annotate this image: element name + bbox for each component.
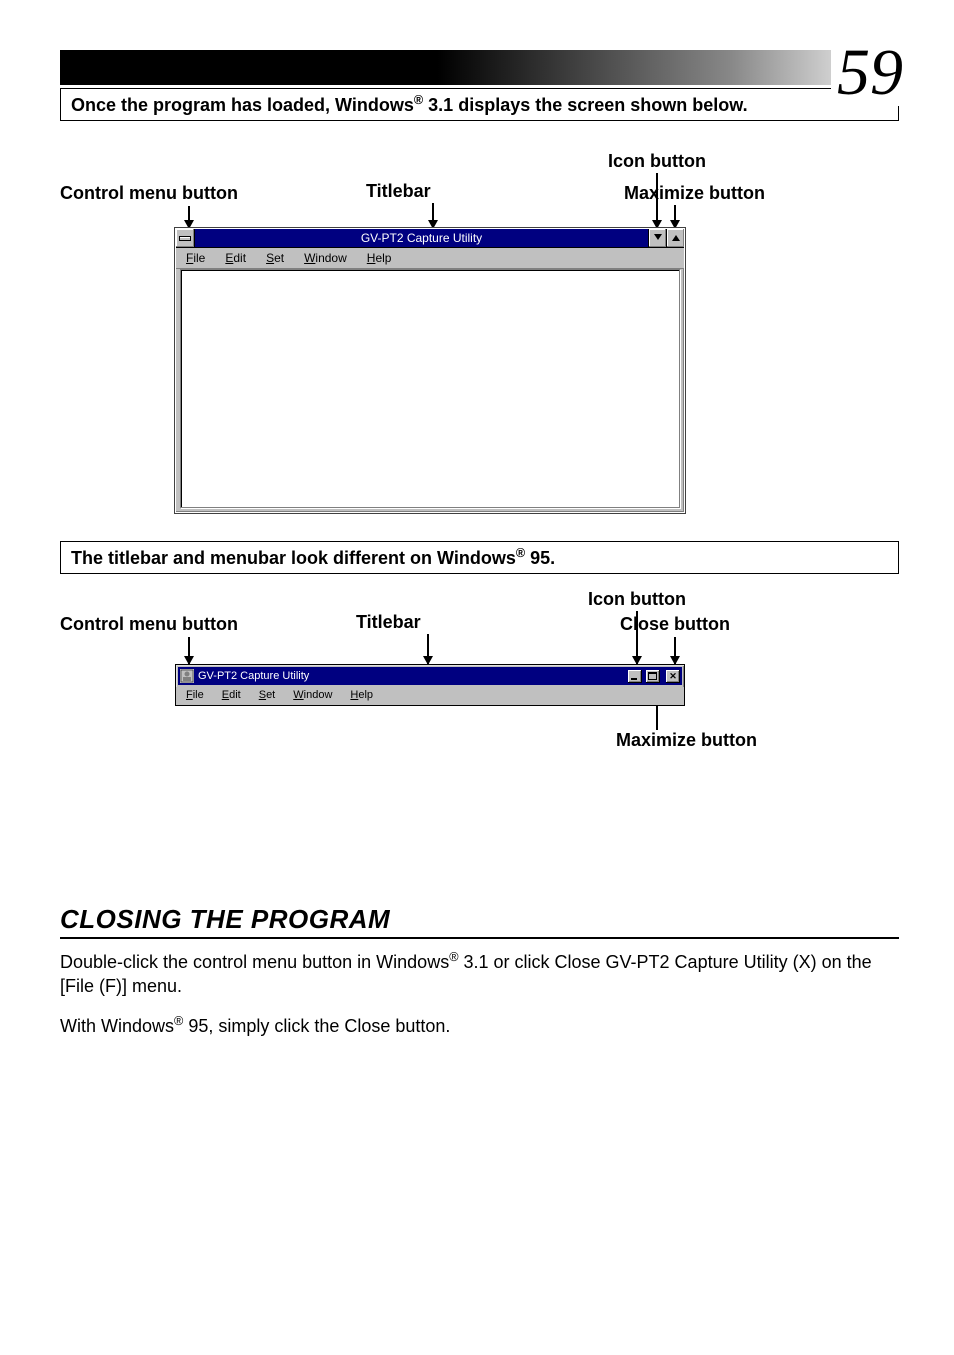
menu-help-rest: elp xyxy=(375,251,391,265)
label-control-menu-button: Control menu button xyxy=(60,614,238,635)
label-icon-button: Icon button xyxy=(588,589,686,610)
minimize-button[interactable] xyxy=(648,229,666,247)
menu-file-rest: ile xyxy=(193,251,205,265)
control-menu-button[interactable] xyxy=(176,229,195,247)
menu-edit-rest: dit xyxy=(229,689,241,701)
closing-p1-a: Double-click the control menu button in … xyxy=(60,952,449,972)
intro-box-win31-prefix: Once the program has loaded, Windows xyxy=(71,95,414,115)
menu-edit[interactable]: Edit xyxy=(222,689,241,701)
menu-file[interactable]: File xyxy=(186,251,205,265)
menu-set-u: S xyxy=(266,251,274,265)
menu-window-u: W xyxy=(304,251,315,265)
menu-help[interactable]: Help xyxy=(350,689,373,701)
arrow-down-icon xyxy=(674,637,676,664)
label-control-menu-button: Control menu button xyxy=(60,183,238,204)
menu-file-u: F xyxy=(186,689,193,701)
intro-box-win95: The titlebar and menubar look different … xyxy=(60,541,899,574)
page-number: 59 xyxy=(831,40,903,106)
maximize-button[interactable] xyxy=(646,670,660,683)
menu-window-rest: indow xyxy=(304,689,333,701)
win95-titlebar: GV-PT2 Capture Utility xyxy=(178,667,682,685)
menu-edit-rest: dit xyxy=(233,251,246,265)
win95-menubar: File Edit Set Window Help xyxy=(176,687,684,705)
label-maximize-button: Maximize button xyxy=(616,730,757,751)
menu-set[interactable]: Set xyxy=(266,251,284,265)
close-button[interactable] xyxy=(666,670,680,683)
menu-help[interactable]: Help xyxy=(367,251,392,265)
closing-p2-a: With Windows xyxy=(60,1016,174,1036)
closing-paragraph-2: With Windows® 95, simply click the Close… xyxy=(60,1013,899,1038)
maximize-button[interactable] xyxy=(666,229,684,247)
win95-window: GV-PT2 Capture Utility File Edit Set Win… xyxy=(175,664,685,706)
win31-menubar: File Edit Set Window Help xyxy=(176,248,684,269)
intro-box-win31: Once the program has loaded, Windows® 3.… xyxy=(60,88,899,121)
arrow-down-icon xyxy=(188,637,190,664)
arrow-down-icon xyxy=(432,203,434,228)
menu-help-rest: elp xyxy=(358,689,373,701)
control-menu-icon[interactable] xyxy=(180,669,194,683)
registered-mark: ® xyxy=(516,546,525,560)
registered-mark: ® xyxy=(174,1014,183,1028)
closing-paragraph-1: Double-click the control menu button in … xyxy=(60,949,899,999)
menu-window[interactable]: Window xyxy=(304,251,347,265)
diagram-win95: Control menu button Titlebar Icon button… xyxy=(60,594,899,764)
intro-box-win95-prefix: The titlebar and menubar look different … xyxy=(71,548,516,568)
win31-title-text: GV-PT2 Capture Utility xyxy=(195,229,648,247)
label-titlebar: Titlebar xyxy=(356,612,421,633)
arrow-down-icon xyxy=(674,205,676,228)
intro-box-win95-suffix: 95. xyxy=(525,548,555,568)
menu-set[interactable]: Set xyxy=(259,689,276,701)
menu-window[interactable]: Window xyxy=(293,689,332,701)
win31-window: GV-PT2 Capture Utility File Edit Set Win… xyxy=(175,228,685,513)
win95-title-text: GV-PT2 Capture Utility xyxy=(198,670,624,682)
menu-set-rest: et xyxy=(274,251,284,265)
menu-file-rest: ile xyxy=(193,689,204,701)
label-icon-button: Icon button xyxy=(608,151,706,172)
menu-edit[interactable]: Edit xyxy=(225,251,246,265)
menu-set-rest: et xyxy=(266,689,275,701)
win31-titlebar: GV-PT2 Capture Utility xyxy=(176,229,684,248)
arrow-down-icon xyxy=(427,634,429,664)
menu-edit-u: E xyxy=(222,689,229,701)
closing-heading: CLOSING THE PROGRAM xyxy=(60,904,899,939)
minimize-button[interactable] xyxy=(628,670,642,683)
closing-p2-b: 95, simply click the Close button. xyxy=(183,1016,450,1036)
menu-set-u: S xyxy=(259,689,266,701)
win31-client-area xyxy=(180,269,680,508)
menu-file[interactable]: File xyxy=(186,689,204,701)
label-titlebar: Titlebar xyxy=(366,181,431,202)
diagram-win31: Control menu button Titlebar Icon button… xyxy=(60,141,899,541)
label-close-button: Close button xyxy=(620,614,730,635)
arrow-down-icon xyxy=(188,206,190,228)
intro-box-win31-suffix: 3.1 displays the screen shown below. xyxy=(423,95,747,115)
registered-mark: ® xyxy=(414,93,423,107)
menu-window-u: W xyxy=(293,689,303,701)
label-maximize-button: Maximize button xyxy=(624,183,765,204)
menu-window-rest: indow xyxy=(315,251,346,265)
header-band: 59 xyxy=(60,50,899,85)
